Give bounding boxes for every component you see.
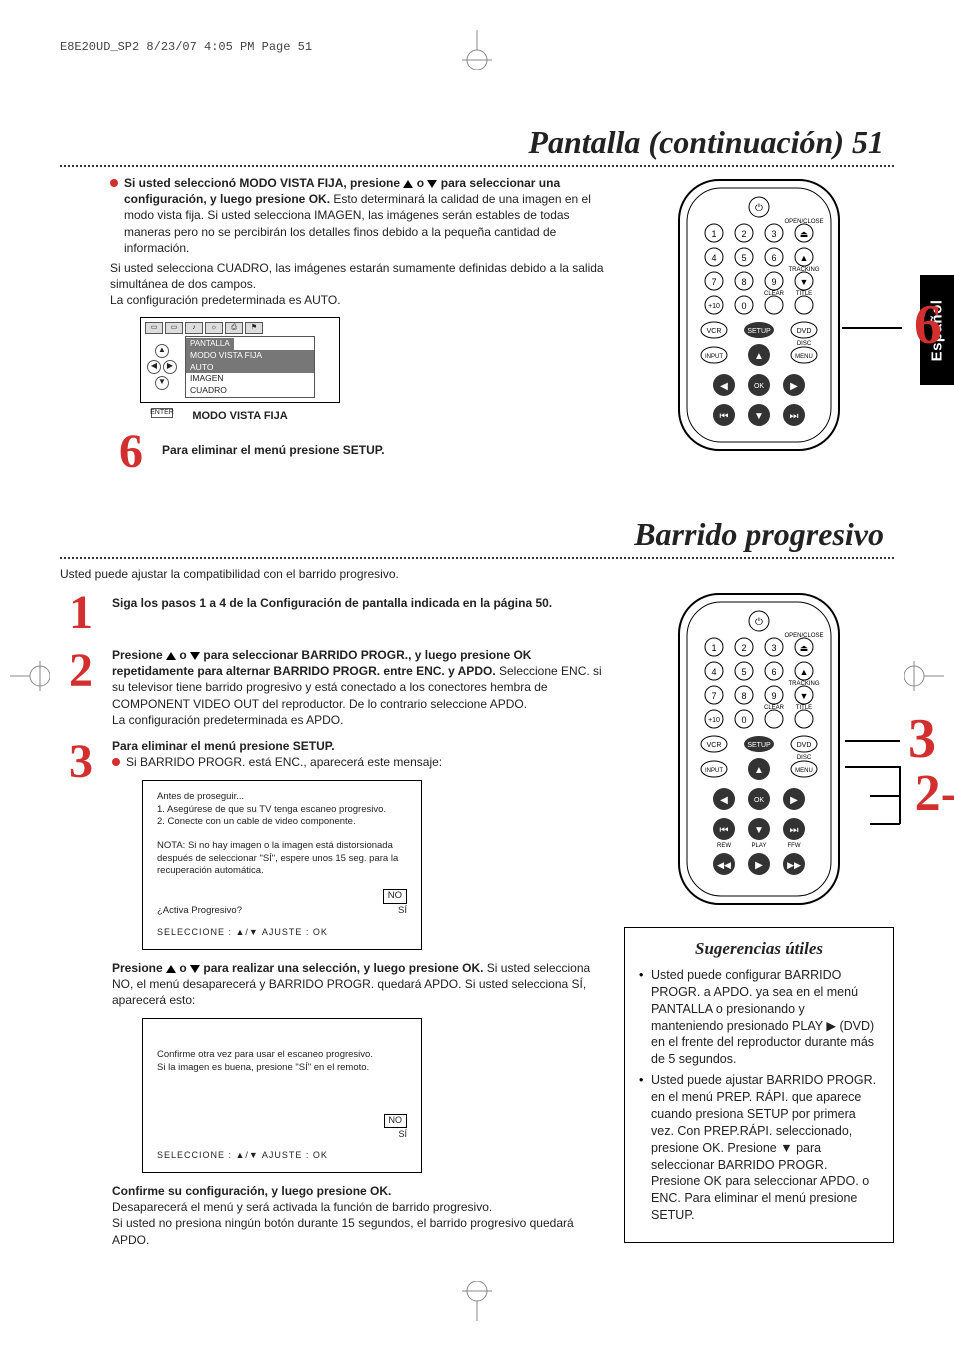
tips-title: Sugerencias útiles <box>639 938 879 961</box>
svg-text:⏻: ⏻ <box>755 203 763 214</box>
svg-text:◀: ◀ <box>720 381 728 392</box>
svg-text:FFW: FFW <box>788 843 801 849</box>
svg-text:▶: ▶ <box>755 860 763 871</box>
remote-control-illustration: ⏻ OPEN/CLOSE 1 2 3 ⏏ 4 5 6 ▲ TRACKING 7 … <box>669 589 849 909</box>
svg-text:OK: OK <box>754 383 764 390</box>
svg-text:▼: ▼ <box>800 277 809 287</box>
svg-text:◀◀: ◀◀ <box>717 860 731 870</box>
svg-text:▼: ▼ <box>800 691 809 701</box>
svg-text:DISC: DISC <box>797 755 812 761</box>
svg-text:⏮: ⏮ <box>720 411 729 422</box>
svg-text:⏻: ⏻ <box>755 617 763 628</box>
step-2-text: Presione o para seleccionar BARRIDO PROG… <box>112 647 604 728</box>
pointer-6: 6 <box>914 293 942 357</box>
pointer-2-3: 2-3 <box>915 764 954 823</box>
bullet-icon <box>110 179 118 187</box>
svg-text:3: 3 <box>771 643 776 653</box>
svg-text:1: 1 <box>711 643 716 653</box>
svg-text:9: 9 <box>771 277 776 287</box>
svg-text:SETUP: SETUP <box>747 742 771 749</box>
svg-text:▼: ▼ <box>754 825 764 836</box>
svg-text:DVD: DVD <box>797 328 812 335</box>
svg-text:⏭: ⏭ <box>790 825 799 836</box>
step-number-1: 1 <box>60 589 102 637</box>
intro-text: Usted puede ajustar la compatibilidad co… <box>60 567 894 581</box>
svg-text:⏭: ⏭ <box>790 411 799 422</box>
divider <box>60 165 894 167</box>
svg-text:▲: ▲ <box>800 667 809 677</box>
svg-text:2: 2 <box>741 229 746 239</box>
tips-box: Sugerencias útiles Usted puede configura… <box>624 927 894 1243</box>
svg-text:VCR: VCR <box>707 328 722 335</box>
osd-screenshot: ▭▭♪☼⎙⚑ ▲ ◀▶ ▼ ENTER PANTALLA MODO VISTA … <box>140 317 340 404</box>
svg-text:▲: ▲ <box>754 351 764 362</box>
svg-text:MENU: MENU <box>795 768 813 774</box>
svg-text:⏮: ⏮ <box>720 825 729 836</box>
svg-text:▶▶: ▶▶ <box>787 860 801 870</box>
svg-text:2: 2 <box>741 643 746 653</box>
step-text: Si usted seleccionó MODO VISTA FIJA, pre… <box>124 175 604 256</box>
svg-text:DISC: DISC <box>797 341 812 347</box>
remote-control-illustration: ⏻ OPEN/CLOSE 1 2 3 ⏏ 4 5 6 ▲ TRACKING <box>669 175 849 455</box>
dialog-confirm-progressive: Confirme otra vez para usar el escaneo p… <box>142 1018 422 1173</box>
svg-text:DVD: DVD <box>797 742 812 749</box>
svg-text:INPUT: INPUT <box>705 768 723 774</box>
svg-text:4: 4 <box>711 667 716 677</box>
svg-text:REW: REW <box>717 843 731 849</box>
svg-text:⏏: ⏏ <box>800 643 809 653</box>
svg-text:0: 0 <box>741 715 746 725</box>
svg-text:INPUT: INPUT <box>705 354 723 360</box>
step-1-text: Siga los pasos 1 a 4 de la Configuración… <box>112 589 604 637</box>
svg-text:7: 7 <box>711 277 716 287</box>
svg-text:PLAY: PLAY <box>752 843 767 849</box>
tip-item: Usted puede configurar BARRIDO PROGR. a … <box>639 967 879 1068</box>
svg-text:OK: OK <box>754 797 764 804</box>
paragraph: Si usted selecciona CUADRO, las imágenes… <box>110 260 604 292</box>
section-title-pantalla: Pantalla (continuación) 51 <box>60 124 884 161</box>
section-title-barrido: Barrido progresivo <box>60 516 884 553</box>
step-3-text: Para eliminar el menú presione SETUP. Si… <box>112 738 604 1248</box>
svg-text:⏏: ⏏ <box>800 229 809 239</box>
svg-text:9: 9 <box>771 691 776 701</box>
svg-text:◀: ◀ <box>720 795 728 806</box>
svg-text:5: 5 <box>741 667 746 677</box>
svg-text:▲: ▲ <box>754 765 764 776</box>
paragraph: La configuración predeterminada es AUTO. <box>110 292 604 308</box>
svg-text:8: 8 <box>741 277 746 287</box>
pointer-3: 3 <box>908 707 936 771</box>
svg-text:+10: +10 <box>708 303 720 310</box>
step-6-text: Para eliminar el menú presione SETUP. <box>162 428 604 476</box>
step-number-3: 3 <box>60 738 102 1248</box>
step-number-6: 6 <box>110 428 152 476</box>
svg-text:5: 5 <box>741 253 746 263</box>
svg-text:1: 1 <box>711 229 716 239</box>
svg-text:8: 8 <box>741 691 746 701</box>
svg-text:▶: ▶ <box>790 795 798 806</box>
svg-text:6: 6 <box>771 667 776 677</box>
dialog-activate-progressive: Antes de proseguir... 1. Asegúrese de qu… <box>142 780 422 949</box>
svg-text:▲: ▲ <box>800 253 809 263</box>
tip-item: Usted puede ajustar BARRIDO PROGR. en el… <box>639 1072 879 1224</box>
svg-text:VCR: VCR <box>707 742 722 749</box>
svg-text:+10: +10 <box>708 717 720 724</box>
svg-text:7: 7 <box>711 691 716 701</box>
svg-text:MENU: MENU <box>795 354 813 360</box>
divider <box>60 557 894 559</box>
svg-text:4: 4 <box>711 253 716 263</box>
svg-text:SETUP: SETUP <box>747 328 771 335</box>
svg-text:6: 6 <box>771 253 776 263</box>
svg-text:▶: ▶ <box>790 381 798 392</box>
svg-text:▼: ▼ <box>754 411 764 422</box>
svg-text:0: 0 <box>741 301 746 311</box>
step-number-2: 2 <box>60 647 102 728</box>
svg-text:3: 3 <box>771 229 776 239</box>
